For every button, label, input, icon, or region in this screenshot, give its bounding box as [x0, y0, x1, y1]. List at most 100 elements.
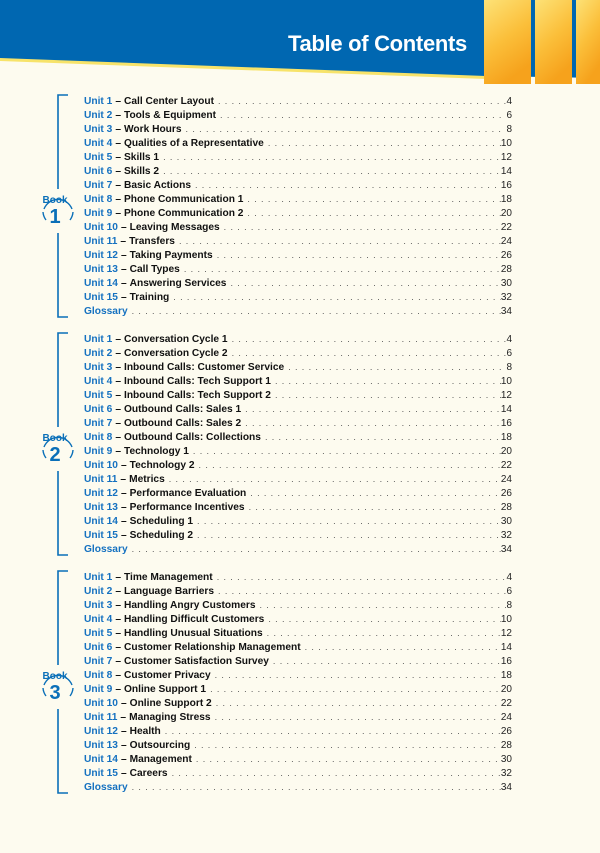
unit-title: Transfers [129, 236, 175, 247]
dot-leader [190, 738, 501, 752]
toc-entry[interactable]: Unit 12–Health 26 [84, 724, 512, 738]
toc-entry[interactable]: Unit 5–Handling Unusual Situations 12 [84, 626, 512, 640]
page-number: 16 [500, 180, 512, 191]
toc-entry[interactable]: Unit 14–Answering Services 30 [84, 276, 512, 290]
toc-entry[interactable]: Unit 15–Training 32 [84, 290, 512, 304]
toc-entry[interactable]: Unit 6–Skills 2 14 [84, 164, 512, 178]
toc-entry[interactable]: Unit 7–Customer Satisfaction Survey 16 [84, 654, 512, 668]
page-number: 26 [500, 726, 512, 737]
separator-dash: – [120, 516, 127, 527]
separator-dash: – [115, 138, 121, 149]
unit-title: Online Support 2 [129, 698, 212, 709]
unit-title: Managing Stress [129, 712, 211, 723]
toc-glossary-entry[interactable]: Glossary 34 [84, 304, 512, 318]
orange-bar-2 [535, 0, 572, 84]
dot-leader [241, 416, 501, 430]
separator-dash: – [115, 124, 121, 135]
toc-entry[interactable]: Unit 11–Managing Stress 24 [84, 710, 512, 724]
toc-entry[interactable]: Unit 3–Handling Angry Customers 8 [84, 598, 512, 612]
page-number: 20 [500, 684, 512, 695]
separator-dash: – [120, 488, 127, 499]
page-number: 4 [506, 334, 512, 345]
toc-entry[interactable]: Unit 5–Inbound Calls: Tech Support 2 12 [84, 388, 512, 402]
page-number: 34 [500, 782, 512, 793]
toc-entry[interactable]: Unit 2–Tools & Equipment 6 [84, 108, 512, 122]
unit-label: Unit 6 [84, 642, 113, 653]
toc-glossary-entry[interactable]: Glossary 34 [84, 542, 512, 556]
page-number: 32 [500, 292, 512, 303]
toc-entry[interactable]: Unit 13–Outsourcing 28 [84, 738, 512, 752]
page-number: 14 [500, 404, 512, 415]
toc-entry[interactable]: Unit 8–Customer Privacy 18 [84, 668, 512, 682]
toc-entry[interactable]: Unit 12–Taking Payments 26 [84, 248, 512, 262]
toc-entry[interactable]: Unit 9–Technology 1 20 [84, 444, 512, 458]
toc-entry[interactable]: Unit 13–Call Types 28 [84, 262, 512, 276]
toc-entry[interactable]: Unit 14–Management 30 [84, 752, 512, 766]
toc-entry[interactable]: Unit 4–Handling Difficult Customers 10 [84, 612, 512, 626]
unit-title: Call Types [129, 264, 180, 275]
toc-entry[interactable]: Unit 4–Inbound Calls: Tech Support 1 10 [84, 374, 512, 388]
toc-entry[interactable]: Unit 3–Inbound Calls: Customer Service 8 [84, 360, 512, 374]
toc-entry[interactable]: Unit 11–Transfers 24 [84, 234, 512, 248]
unit-label: Unit 6 [84, 404, 113, 415]
page-number: 26 [500, 250, 512, 261]
separator-dash: – [115, 110, 121, 121]
dot-leader [228, 332, 507, 346]
unit-label: Unit 13 [84, 502, 118, 513]
separator-dash: – [115, 572, 121, 583]
toc-entry[interactable]: Unit 1–Time Management 4 [84, 570, 512, 584]
separator-dash: – [115, 642, 121, 653]
unit-title: Inbound Calls: Tech Support 2 [123, 390, 271, 401]
separator-dash: – [115, 614, 121, 625]
toc-entry[interactable]: Unit 9–Online Support 1 20 [84, 682, 512, 696]
unit-title: Outbound Calls: Sales 2 [123, 418, 242, 429]
toc-entry[interactable]: Unit 10–Technology 2 22 [84, 458, 512, 472]
dot-leader [214, 94, 506, 108]
page-number: 4 [506, 572, 512, 583]
unit-label: Unit 5 [84, 152, 113, 163]
unit-label: Unit 12 [84, 726, 118, 737]
page-number: 20 [500, 446, 512, 457]
toc-entry[interactable]: Unit 4–Qualities of a Representative 10 [84, 136, 512, 150]
toc-entry[interactable]: Unit 10–Leaving Messages 22 [84, 220, 512, 234]
toc-entry[interactable]: Unit 6–Outbound Calls: Sales 1 14 [84, 402, 512, 416]
toc-entry[interactable]: Unit 7–Outbound Calls: Sales 2 16 [84, 416, 512, 430]
toc-entry[interactable]: Unit 12–Performance Evaluation 26 [84, 486, 512, 500]
toc-entry[interactable]: Unit 8–Outbound Calls: Collections 18 [84, 430, 512, 444]
toc-entry[interactable]: Unit 2–Language Barriers 6 [84, 584, 512, 598]
unit-label: Unit 12 [84, 250, 118, 261]
unit-label: Unit 4 [84, 614, 113, 625]
toc-entry[interactable]: Unit 9–Phone Communication 2 20 [84, 206, 512, 220]
toc-entry[interactable]: Unit 3–Work Hours 8 [84, 122, 512, 136]
unit-title: Handling Unusual Situations [123, 628, 263, 639]
unit-title: Basic Actions [123, 180, 191, 191]
toc-entry[interactable]: Unit 10–Online Support 2 22 [84, 696, 512, 710]
dot-leader [159, 164, 501, 178]
toc-entry[interactable]: Unit 13–Performance Incentives 28 [84, 500, 512, 514]
page-number: 12 [500, 152, 512, 163]
toc-entry[interactable]: Unit 15–Scheduling 2 32 [84, 528, 512, 542]
page-number: 8 [506, 124, 512, 135]
toc-entry[interactable]: Unit 1–Call Center Layout 4 [84, 94, 512, 108]
bracket-top-line [57, 570, 68, 665]
toc-glossary-entry[interactable]: Glossary 34 [84, 780, 512, 794]
book-number: 2 [49, 444, 61, 466]
unit-label: Unit 3 [84, 600, 113, 611]
separator-dash: – [115, 656, 121, 667]
toc-entries: Unit 1–Time Management4Unit 2–Language B… [84, 570, 512, 794]
page-number: 8 [506, 600, 512, 611]
page-number: 20 [500, 208, 512, 219]
page-number: 32 [500, 530, 512, 541]
toc-entry[interactable]: Unit 2–Conversation Cycle 2 6 [84, 346, 512, 360]
toc-entry[interactable]: Unit 14–Scheduling 1 30 [84, 514, 512, 528]
bracket-bottom-line [57, 471, 68, 556]
unit-title: Technology 2 [129, 460, 195, 471]
unit-title: Management [129, 754, 192, 765]
toc-entry[interactable]: Unit 15–Careers 32 [84, 766, 512, 780]
toc-entry[interactable]: Unit 5–Skills 1 12 [84, 150, 512, 164]
toc-entry[interactable]: Unit 7–Basic Actions 16 [84, 178, 512, 192]
toc-entry[interactable]: Unit 1–Conversation Cycle 1 4 [84, 332, 512, 346]
toc-entry[interactable]: Unit 6–Customer Relationship Management 1… [84, 640, 512, 654]
toc-entry[interactable]: Unit 8–Phone Communication 1 18 [84, 192, 512, 206]
toc-entry[interactable]: Unit 11–Metrics 24 [84, 472, 512, 486]
